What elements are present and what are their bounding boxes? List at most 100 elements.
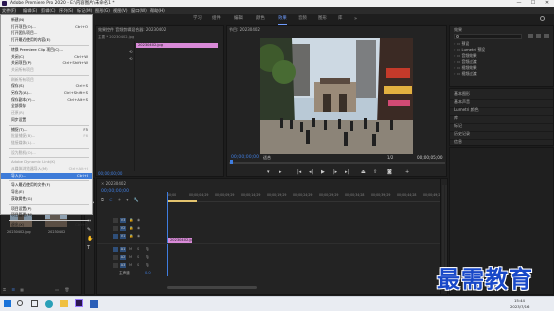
32bit-icon[interactable]	[536, 34, 541, 38]
file-menu-item[interactable]: 项目管理(M)...	[1, 212, 92, 218]
file-menu-item[interactable]: 另存为(A)... Ctrl+Shift+S	[1, 90, 92, 96]
button-editor-icon[interactable]: +	[405, 169, 409, 175]
effects-search-input[interactable]	[454, 34, 522, 39]
more-workspaces-icon[interactable]: »	[354, 14, 357, 24]
track-lock-icon[interactable]: 🔒	[129, 234, 133, 238]
track-label[interactable]: V3	[120, 218, 126, 223]
menu-clip[interactable]: 剪辑(C)	[41, 7, 56, 14]
file-menu-item[interactable]: 保存副本(Y)... Ctrl+Alt+S	[1, 97, 92, 103]
menu-help[interactable]: 帮助(H)	[150, 7, 165, 14]
track-lock-icon[interactable]: 🔒	[129, 218, 133, 222]
playhead-icon[interactable]	[230, 160, 233, 164]
file-menu-item[interactable]: 打开项目(O)... Ctrl+O	[1, 24, 92, 30]
fx-icon[interactable]: ⟲	[129, 49, 132, 54]
play-icon[interactable]: ▶	[321, 169, 325, 175]
track-toggle-icon[interactable]	[113, 226, 118, 231]
file-menu-item[interactable]: 关闭项目(P) Ctrl+Shift+W	[1, 60, 92, 66]
file-menu-item[interactable]: 项目设置(P)	[1, 206, 92, 212]
file-menu-item[interactable]: 链接媒体(L)...	[1, 140, 92, 146]
source-panel-header[interactable]: 效果控件 音频剪辑混合器: 20230402	[98, 27, 166, 33]
solo-button[interactable]: S	[137, 263, 139, 267]
track-label[interactable]: V1	[120, 234, 126, 239]
maximize-button[interactable]: ☐	[526, 0, 540, 7]
track-eye-icon[interactable]: ◉	[137, 226, 140, 230]
solo-button[interactable]: S	[137, 247, 139, 251]
icon-view-icon[interactable]: ▦	[20, 287, 24, 292]
timeline-scrollbar[interactable]	[167, 286, 257, 289]
menu-marker[interactable]: 标记(M)	[77, 7, 92, 14]
menu-graphics[interactable]: 图形(G)	[95, 7, 110, 14]
ws-editing[interactable]: 编辑	[234, 14, 243, 24]
clock-time[interactable]: 15:44	[514, 298, 525, 303]
file-menu-item[interactable]: 全部保存	[1, 103, 92, 109]
step-back-icon[interactable]: ◂|	[309, 169, 313, 175]
file-menu-item[interactable]: 导入最近使用的文件(F)	[1, 182, 92, 188]
premiere-icon[interactable]	[75, 299, 83, 307]
track-label[interactable]: V2	[120, 226, 126, 231]
accelerated-icon[interactable]	[528, 34, 533, 38]
work-area-bar[interactable]	[167, 200, 197, 202]
marker-icon[interactable]: ▾	[126, 197, 128, 202]
track-toggle-icon[interactable]	[113, 247, 118, 252]
step-forward-icon[interactable]: |▸	[333, 169, 337, 175]
file-menu-item[interactable]: 导入(I)... Ctrl+I	[1, 172, 92, 179]
file-menu-item[interactable]: 关闭所有项目	[1, 67, 92, 73]
pen-tool-icon[interactable]: ✎	[87, 227, 91, 233]
explorer-icon[interactable]	[60, 300, 68, 307]
file-menu-item[interactable]: 保存(S) Ctrl+S	[1, 83, 92, 89]
menu-view[interactable]: 视图(V)	[113, 7, 128, 14]
program-timecode-current[interactable]: 00;00;00;00	[231, 155, 259, 160]
ws-graphics[interactable]: 图形	[318, 14, 327, 24]
yuv-icon[interactable]	[544, 34, 549, 38]
program-scrubber[interactable]	[229, 162, 445, 164]
solo-button[interactable]: S	[137, 255, 139, 259]
zoom-select[interactable]: 适合	[263, 155, 271, 161]
file-menu-item[interactable]: 新建(N)	[1, 17, 92, 23]
file-menu-item[interactable]: 捕捉(T)... F5	[1, 127, 92, 133]
file-menu-item[interactable]: 从媒体浏览器导入(M) Ctrl+Alt+I	[1, 166, 92, 172]
export-frame-icon[interactable]: ◙	[387, 169, 392, 175]
file-menu-item[interactable]: 获取属性(G)	[1, 196, 92, 202]
voiceover-icon[interactable]: 🎙	[145, 247, 150, 251]
menu-edit[interactable]: 编辑(E)	[23, 7, 37, 14]
edge-icon[interactable]	[45, 300, 53, 308]
start-icon[interactable]	[4, 300, 11, 307]
file-menu-item[interactable]: 批量捕捉(B)... F6	[1, 133, 92, 139]
mute-button[interactable]: M	[129, 247, 132, 251]
file-menu-item[interactable]: 同步设置	[1, 117, 92, 123]
track-toggle-icon[interactable]	[113, 234, 118, 239]
timeline-tab[interactable]: ✕ 20230402	[101, 181, 126, 186]
close-button[interactable]: ✕	[540, 0, 554, 7]
panel-info[interactable]: 信息	[450, 137, 553, 147]
track-eye-icon[interactable]: ◉	[137, 234, 140, 238]
search-icon[interactable]	[17, 300, 23, 306]
voiceover-icon[interactable]: 🎙	[145, 255, 150, 259]
file-menu-item[interactable]: 刷新所有项目	[1, 77, 92, 83]
track-toggle-icon[interactable]	[113, 218, 118, 223]
new-item-icon[interactable]: ▭	[55, 287, 59, 292]
file-menu-item[interactable]: 还原(R)	[1, 110, 92, 116]
nest-icon[interactable]: ⧉	[101, 197, 104, 202]
master-volume-value[interactable]: 0.0	[145, 270, 151, 276]
minimize-button[interactable]: —	[512, 0, 526, 7]
menu-file[interactable]: 文件(F)	[2, 7, 17, 14]
ws-learn[interactable]: 学习	[193, 14, 202, 24]
file-menu-item[interactable]: 打开最近使用的内容(E)	[1, 37, 92, 43]
fx-icon[interactable]: ⟲	[129, 56, 132, 61]
hand-tool-icon[interactable]: ✋	[87, 236, 93, 242]
voiceover-icon[interactable]: 🎙	[145, 263, 150, 267]
file-menu-item[interactable]: Adobe Dynamic Link(K)	[1, 159, 92, 165]
track-toggle-icon[interactable]	[113, 263, 118, 268]
snap-icon[interactable]: ⊂	[109, 197, 112, 202]
track-eye-icon[interactable]: ◉	[137, 218, 140, 222]
go-to-out-icon[interactable]: ▸|	[345, 169, 349, 175]
clock-date[interactable]: 2023/7/16	[510, 304, 529, 309]
file-menu-item[interactable]: 转换 Premiere Clip 项目(C)...	[1, 47, 92, 53]
lock-icon[interactable]: ⚿	[3, 287, 6, 292]
mark-out-icon[interactable]: ▸	[279, 169, 282, 175]
list-view-icon[interactable]: ☰	[11, 287, 15, 292]
menu-sequence[interactable]: 序列(S)	[59, 7, 73, 14]
linked-icon[interactable]: ⚭	[118, 197, 121, 202]
resolution-select[interactable]: 1/2	[387, 155, 393, 160]
ws-audio[interactable]: 音频	[298, 14, 307, 24]
